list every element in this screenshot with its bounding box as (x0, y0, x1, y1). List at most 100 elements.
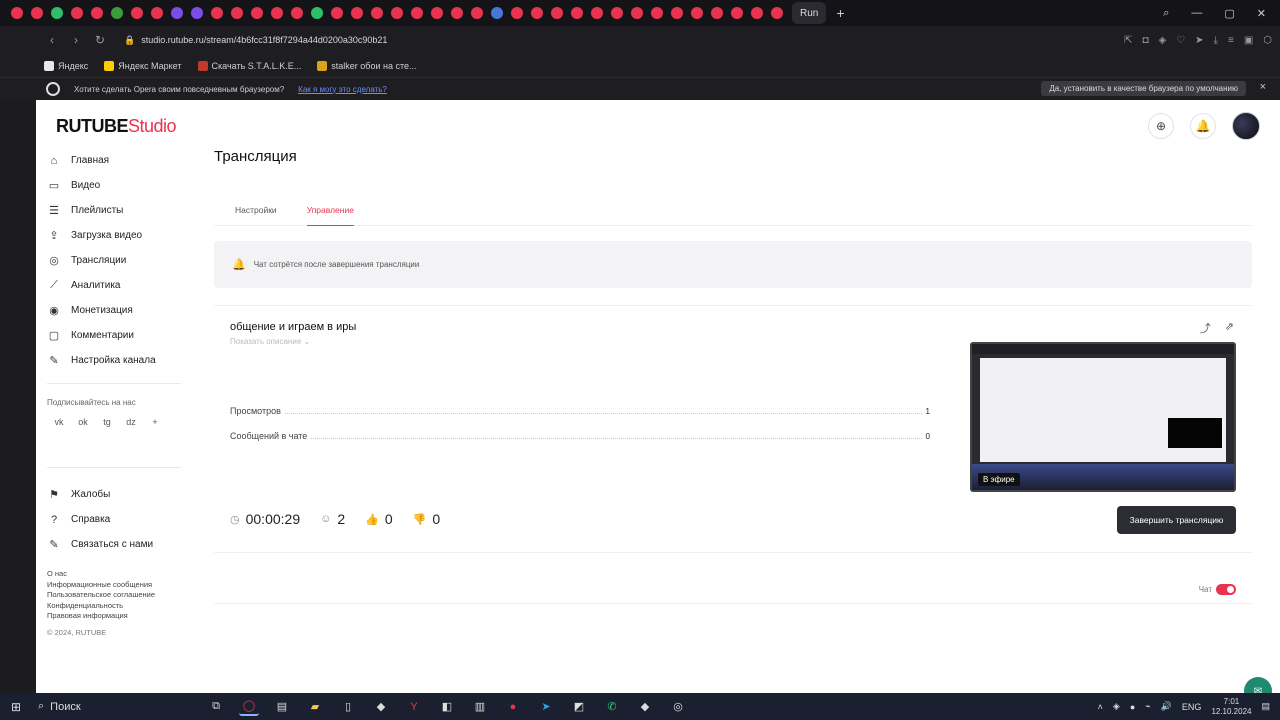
browser-tab[interactable] (188, 4, 206, 22)
browser-tab[interactable] (628, 4, 646, 22)
browser-tab[interactable] (228, 4, 246, 22)
browser-tab[interactable] (248, 4, 266, 22)
close-bar-icon[interactable]: × (1260, 81, 1266, 93)
footer-link[interactable]: Пользовательское соглашение (47, 590, 181, 601)
close-icon[interactable]: ✕ (1257, 7, 1266, 20)
share-icon[interactable]: ⤴ (1200, 320, 1211, 336)
sidebar-item[interactable]: ⟋ Аналитика (47, 273, 181, 298)
browser-tab[interactable] (608, 4, 626, 22)
share-icon[interactable]: ⇱ (1124, 35, 1132, 46)
footer-link[interactable]: О нас (47, 569, 181, 580)
yandex-icon[interactable]: Y (404, 698, 424, 716)
browser-tab[interactable] (668, 4, 686, 22)
camera-icon[interactable]: ◘ (1142, 35, 1148, 46)
browser-tab[interactable] (328, 4, 346, 22)
browser-tab[interactable] (708, 4, 726, 22)
app-icon[interactable]: ● (503, 698, 523, 716)
footer-link[interactable]: Информационные сообщения (47, 580, 181, 591)
extensions-icon[interactable]: ⬡ (1263, 35, 1272, 46)
browser-tab[interactable] (648, 4, 666, 22)
show-description-link[interactable]: Показать описание ⌄ (230, 337, 310, 346)
steam-icon[interactable]: ◆ (635, 698, 655, 716)
telegram-icon[interactable]: ➤ (536, 698, 556, 716)
browser-tab[interactable] (208, 4, 226, 22)
sidebar-item[interactable]: ◉ Монетизация (47, 298, 181, 323)
taskbar-search[interactable]: ⌕ Поиск (32, 700, 162, 713)
browser-tab[interactable] (728, 4, 746, 22)
browser-tab[interactable] (508, 4, 526, 22)
sidebar-item[interactable]: ⇪ Загрузка видео (47, 223, 181, 248)
default-browser-link[interactable]: Как я могу это сделать? (298, 85, 387, 94)
browser-tab[interactable] (768, 4, 786, 22)
reload-icon[interactable]: ↻ (88, 33, 112, 47)
bookmark-item[interactable]: Яндекс Маркет (104, 60, 182, 71)
whatsapp-icon[interactable]: ✆ (602, 698, 622, 716)
browser-tab[interactable] (28, 4, 46, 22)
file-icon[interactable]: ▯ (338, 698, 358, 716)
browser-tab[interactable] (68, 4, 86, 22)
minimize-icon[interactable]: — (1191, 7, 1202, 19)
browser-tab[interactable] (148, 4, 166, 22)
clock[interactable]: 7:01 12.10.2024 (1211, 697, 1251, 717)
app-icon[interactable]: ▤ (272, 698, 292, 716)
set-default-button[interactable]: Да, установить в качестве браузера по ум… (1041, 81, 1246, 96)
url-field[interactable]: 🔒 studio.rutube.ru/stream/4b6fcc31f8f729… (124, 35, 387, 46)
stream-preview[interactable]: В эфире (970, 342, 1236, 492)
sidebar-help-item[interactable]: ⚑ Жалобы (47, 482, 181, 507)
external-link-icon[interactable]: ⇗ (1225, 320, 1234, 336)
sidebar-help-item[interactable]: ? Справка (47, 507, 181, 532)
menu-icon[interactable]: ≡ (1228, 35, 1234, 46)
sidebar-item[interactable]: ◎ Трансляции (47, 248, 181, 273)
sidebar-item[interactable]: ▭ Видео (47, 173, 181, 198)
search-icon[interactable]: ⌕ (1163, 7, 1169, 20)
social-more-icon[interactable]: + (149, 417, 161, 427)
browser-tab[interactable] (48, 4, 66, 22)
notification-icon[interactable]: ▤ (1261, 701, 1270, 712)
sidebar-item[interactable]: ☰ Плейлисты (47, 198, 181, 223)
browser-tab[interactable] (128, 4, 146, 22)
sidebar-item[interactable]: ▢ Комментарии (47, 323, 181, 348)
volume-icon[interactable]: 🔊 (1161, 701, 1172, 712)
browser-tab[interactable] (448, 4, 466, 22)
browser-tab[interactable] (528, 4, 546, 22)
browser-tab[interactable] (488, 4, 506, 22)
explorer-icon[interactable]: ▰ (305, 698, 325, 716)
social-dz-icon[interactable]: dz (125, 417, 137, 427)
back-icon[interactable]: ‹ (40, 33, 64, 47)
app-icon[interactable]: ◩ (569, 698, 589, 716)
browser-tab[interactable] (688, 4, 706, 22)
sidebar-item[interactable]: ⌂ Главная (47, 148, 181, 173)
tab-management[interactable]: Управление (306, 196, 354, 226)
forward-icon[interactable]: › (64, 33, 88, 47)
social-vk-icon[interactable]: vk (53, 417, 65, 427)
support-chat-icon[interactable]: ✉ (1244, 677, 1272, 693)
browser-tab[interactable] (748, 4, 766, 22)
language-indicator[interactable]: ENG (1182, 702, 1202, 712)
new-tab-icon[interactable]: + (836, 5, 844, 21)
bookmark-item[interactable]: Скачать S.T.A.L.K.E... (197, 60, 301, 71)
start-icon[interactable]: ⊞ (0, 700, 32, 714)
avatar[interactable] (1232, 112, 1260, 140)
end-stream-button[interactable]: Завершить трансляцию (1117, 506, 1236, 534)
footer-link[interactable]: Правовая информация (47, 611, 181, 622)
browser-tab[interactable] (568, 4, 586, 22)
tray-app-icon[interactable]: ◈ (1113, 701, 1120, 712)
browser-tab[interactable] (368, 4, 386, 22)
taskview-icon[interactable]: ⧉ (206, 698, 226, 716)
chevron-up-icon[interactable]: ˄ (1098, 702, 1103, 712)
chat-toggle[interactable] (1216, 584, 1236, 595)
network-icon[interactable]: ⌁ (1145, 701, 1150, 712)
steam-icon[interactable]: ◆ (371, 698, 391, 716)
sidebar-help-item[interactable]: ✎ Связаться с нами (47, 532, 181, 557)
footer-link[interactable]: Конфиденциальность (47, 601, 181, 612)
shield-icon[interactable]: ◈ (1158, 35, 1166, 46)
browser-tab[interactable] (88, 4, 106, 22)
browser-tab[interactable] (428, 4, 446, 22)
browser-tab[interactable] (288, 4, 306, 22)
sidebar-item[interactable]: ✎ Настройка канала (47, 348, 181, 373)
tab-settings[interactable]: Настройки (235, 196, 277, 225)
active-tab[interactable]: Run (792, 2, 827, 24)
bell-icon[interactable]: 🔔 (1190, 113, 1216, 139)
opera-icon[interactable]: ◯ (239, 698, 259, 716)
browser-tab[interactable] (548, 4, 566, 22)
